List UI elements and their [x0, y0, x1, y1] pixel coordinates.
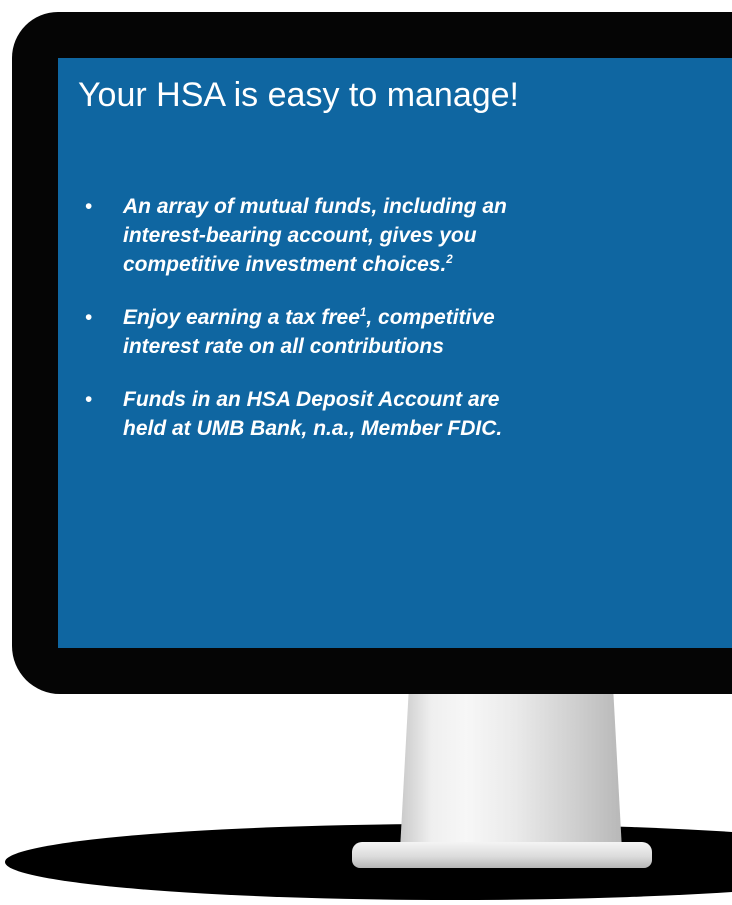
bullet-item-fdic: • Funds in an HSA Deposit Account are he…	[78, 386, 718, 444]
monitor-slide-graphic: Your HSA is easy to manage! • An array o…	[0, 0, 732, 905]
bullet-dot-icon: •	[85, 195, 93, 218]
slide-title: Your HSA is easy to manage!	[78, 76, 520, 114]
bullet-text-tax-free-interest: Enjoy earning a tax free1, competitive i…	[123, 304, 718, 362]
monitor-stand-foot	[352, 842, 652, 868]
bullet-list: • An array of mutual funds, including an…	[78, 193, 718, 468]
monitor-screen: Your HSA is easy to manage! • An array o…	[58, 58, 732, 648]
monitor-stand	[400, 688, 622, 868]
bullet-text-investment-choices: An array of mutual funds, including an i…	[123, 193, 718, 280]
bullet-text-fdic: Funds in an HSA Deposit Account are held…	[123, 387, 503, 440]
bullet-superscript-2: 2	[446, 253, 453, 266]
bullet-dot-icon: •	[85, 387, 93, 411]
bullet-text-2-before: Enjoy earning a tax free	[123, 305, 360, 329]
bullet-item-investment-choices: • An array of mutual funds, including an…	[78, 193, 718, 280]
bullet-dot-icon: •	[85, 305, 93, 329]
bullet-item-tax-free-interest: • Enjoy earning a tax free1, competitive…	[78, 304, 718, 362]
